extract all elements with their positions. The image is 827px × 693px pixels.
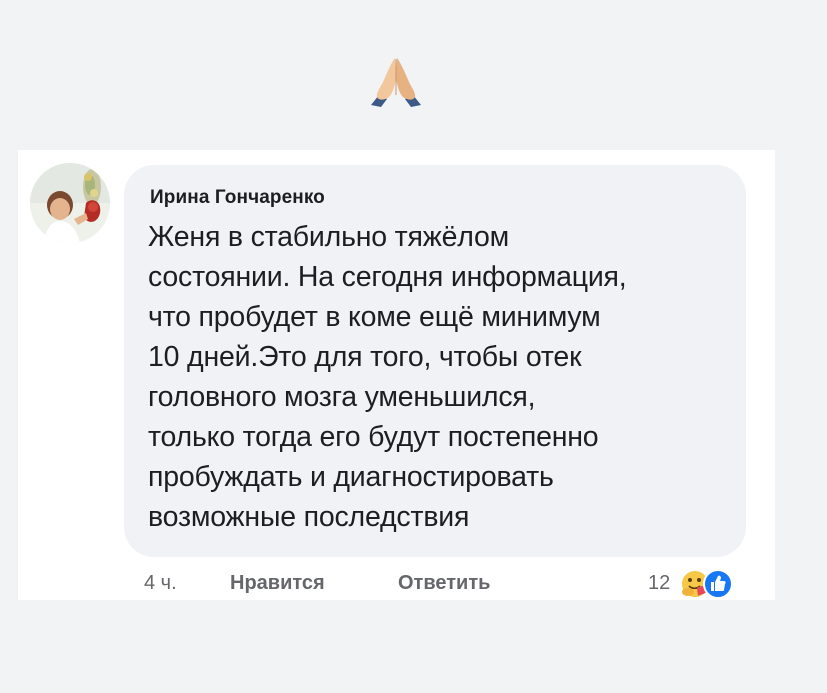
comment-text-line: головного мозга уменьшился, bbox=[148, 381, 536, 413]
comment-bubble: Ирина Гончаренко Женя в стабильно тяжёло… bbox=[124, 165, 746, 557]
avatar[interactable] bbox=[30, 163, 110, 243]
like-reaction-icon bbox=[703, 569, 733, 599]
comment-author[interactable]: Ирина Гончаренко bbox=[150, 187, 325, 209]
reaction-icons[interactable] bbox=[680, 568, 750, 600]
comment-timestamp[interactable]: 4 ч. bbox=[144, 572, 177, 595]
reply-button[interactable]: Ответить bbox=[398, 572, 490, 595]
comment-text-line: состоянии. На сегодня информация, bbox=[148, 261, 627, 293]
like-button[interactable]: Нравится bbox=[230, 572, 325, 595]
comment-text-line: возможные последствия bbox=[148, 501, 470, 533]
comment-text-line: что пробудет в коме ещё минимум bbox=[148, 301, 601, 333]
comment-text-line: пробуждать и диагностировать bbox=[148, 461, 554, 493]
comment-text-line: 10 дней.Это для того, чтобы отек bbox=[148, 341, 582, 373]
avatar-image bbox=[30, 163, 110, 243]
comment-actions: 4 ч. Нравится Ответить 12 bbox=[18, 568, 775, 600]
comment-text-line: только тогда его будут постепенно bbox=[148, 421, 599, 453]
reaction-count[interactable]: 12 bbox=[648, 572, 670, 595]
folded-hands-icon bbox=[371, 58, 421, 107]
comment-card: Ирина Гончаренко Женя в стабильно тяжёло… bbox=[18, 150, 775, 600]
comment-text-line: Женя в стабильно тяжёлом bbox=[148, 221, 510, 253]
